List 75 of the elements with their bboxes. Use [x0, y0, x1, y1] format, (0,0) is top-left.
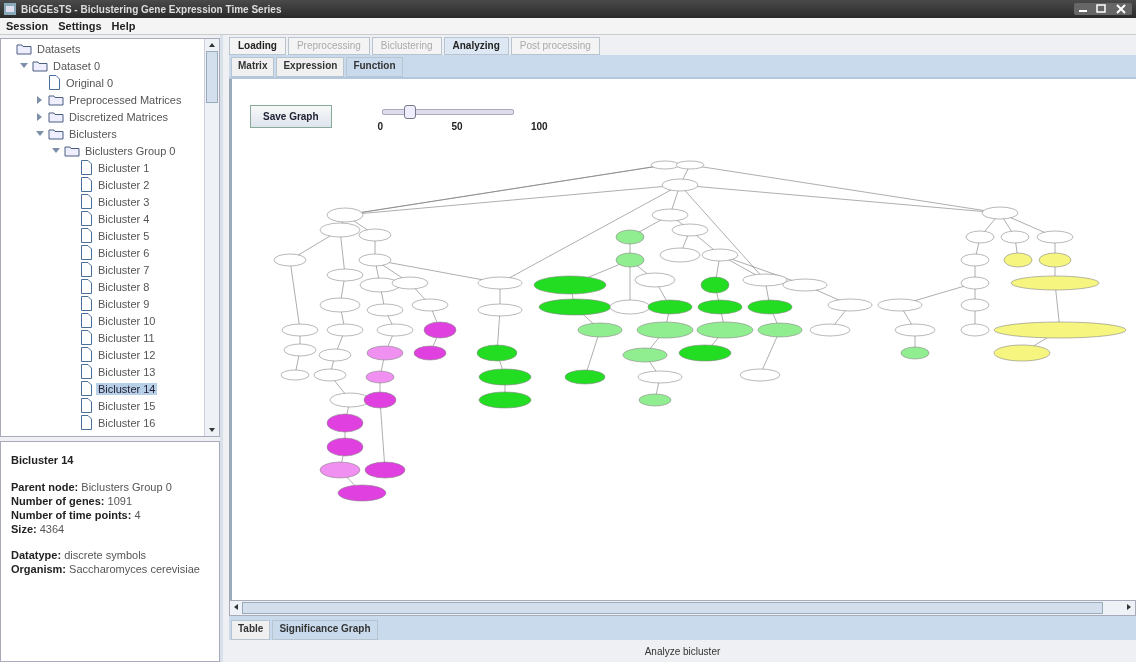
horizontal-scrollbar[interactable]: [229, 600, 1136, 616]
info-line: Size: 4364: [11, 522, 66, 536]
tree-item[interactable]: Bicluster 6: [96, 246, 152, 259]
tree-item[interactable]: Bicluster 8: [96, 280, 152, 293]
slider-tick-label: 100: [530, 121, 548, 132]
tab[interactable]: Function: [346, 57, 403, 77]
folder-icon: [32, 59, 48, 72]
document-icon: [80, 398, 93, 413]
tree-item[interactable]: Biclusters Group 0: [83, 144, 178, 157]
info-title: Bicluster 14: [11, 454, 75, 466]
status-text: Analyze bicluster: [644, 646, 721, 657]
document-icon: [80, 313, 93, 328]
info-line: Organism: Saccharomyces cerevisiae: [11, 562, 201, 576]
document-icon: [80, 296, 93, 311]
tab[interactable]: Matrix: [231, 57, 275, 77]
info-line: Number of time points: 4: [11, 508, 142, 522]
document-icon: [80, 279, 93, 294]
document-icon: [80, 160, 93, 175]
tree-item[interactable]: Bicluster 10: [96, 314, 158, 327]
document-icon: [80, 381, 93, 396]
tree-item[interactable]: Bicluster 3: [96, 195, 152, 208]
tab[interactable]: Loading: [229, 37, 286, 55]
document-icon: [80, 194, 93, 209]
document-icon: [48, 75, 61, 90]
tree-item[interactable]: Bicluster 4: [96, 212, 152, 225]
folder-icon: [48, 93, 64, 106]
app-icon: [4, 3, 16, 15]
tab[interactable]: Significance Graph: [272, 620, 378, 640]
save-graph-button[interactable]: Save Graph: [250, 105, 332, 128]
tree-item[interactable]: Bicluster 11: [96, 331, 157, 344]
tree-item[interactable]: Bicluster 12: [96, 348, 158, 361]
tab[interactable]: Expression: [276, 57, 345, 77]
tab[interactable]: Analyzing: [443, 37, 509, 55]
window-title: BiGGEsTS - Biclustering Gene Expression Time Series: [21, 3, 283, 15]
menu-item[interactable]: Session: [6, 20, 49, 32]
tree-item[interactable]: Bicluster 1: [96, 161, 152, 174]
document-icon: [80, 177, 93, 192]
tree-item[interactable]: Bicluster 13: [96, 365, 158, 378]
tree-item[interactable]: Bicluster 5: [96, 229, 152, 242]
scroll-thumb[interactable]: [206, 51, 218, 103]
tree-item[interactable]: Bicluster 2: [96, 178, 152, 191]
document-icon: [80, 415, 93, 430]
tree-item[interactable]: Discretized Matrices: [67, 110, 171, 123]
tree-item[interactable]: Preprocessed Matrices: [67, 93, 184, 106]
scrollbar[interactable]: [204, 39, 219, 436]
tree-item[interactable]: Bicluster 15: [96, 399, 158, 412]
tab[interactable]: Table: [231, 620, 271, 640]
slider-tick-label: 0: [377, 121, 384, 132]
info-line: Parent node: Biclusters Group 0: [11, 480, 173, 494]
folder-icon: [48, 127, 64, 140]
menu-item[interactable]: Settings: [58, 20, 102, 32]
tree-item[interactable]: Bicluster 14: [96, 382, 158, 395]
folder-icon: [16, 42, 32, 55]
info-line: Number of genes: 1091: [11, 494, 134, 508]
tree-item[interactable]: Datasets: [35, 42, 83, 55]
tree-item[interactable]: Bicluster 16: [96, 416, 158, 429]
document-icon: [80, 364, 93, 379]
document-icon: [80, 245, 93, 260]
slider-thumb[interactable]: [403, 105, 416, 119]
info-line: Datatype: discrete symbols: [11, 548, 148, 562]
document-icon: [80, 330, 93, 345]
folder-icon: [48, 110, 64, 123]
folder-icon: [64, 144, 80, 157]
tree-item[interactable]: Bicluster 7: [96, 263, 152, 276]
tree-item[interactable]: Original 0: [64, 76, 116, 89]
tree-item[interactable]: Biclusters: [67, 127, 119, 140]
slider-tick-label: 50: [451, 121, 463, 132]
document-icon: [80, 228, 93, 243]
document-icon: [80, 347, 93, 362]
tree-item[interactable]: Bicluster 9: [96, 297, 152, 310]
menu-item[interactable]: Help: [111, 20, 136, 32]
scroll-thumb[interactable]: [242, 602, 1103, 614]
document-icon: [80, 262, 93, 277]
tree-item[interactable]: Dataset 0: [51, 59, 103, 72]
document-icon: [80, 211, 93, 226]
